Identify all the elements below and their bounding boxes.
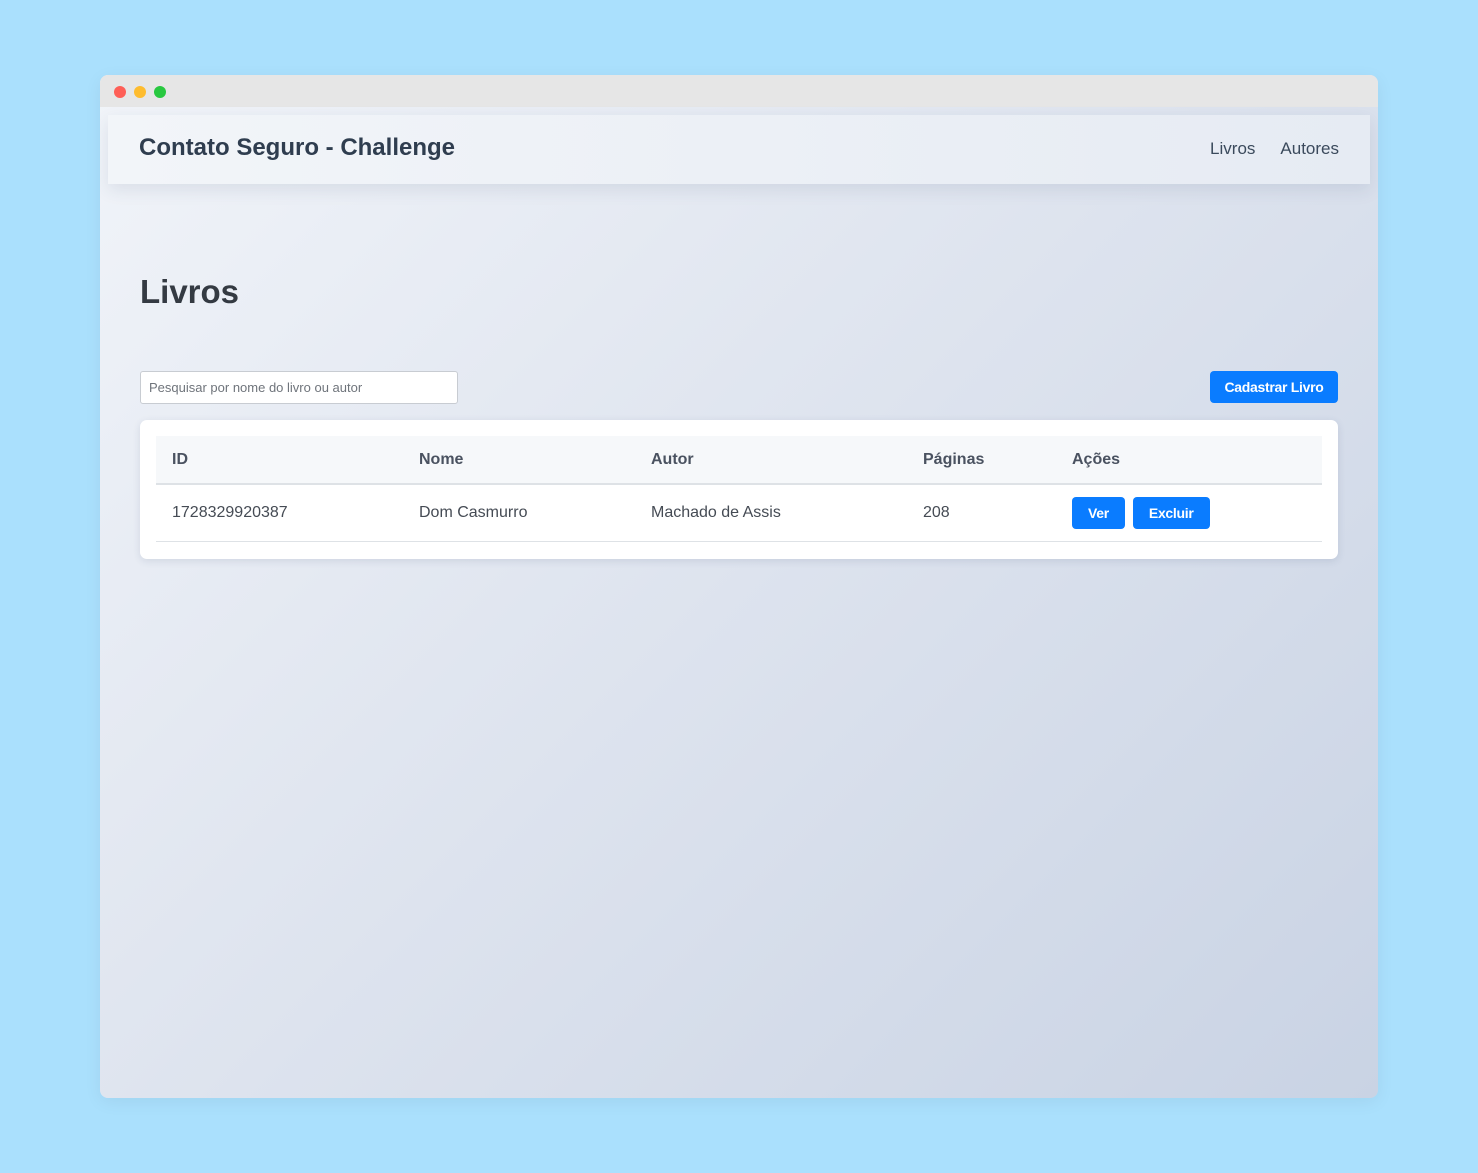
- header-autor: Autor: [635, 436, 907, 485]
- books-table: ID Nome Autor Páginas Ações 172832992038…: [156, 436, 1322, 542]
- cell-id: 1728329920387: [156, 484, 403, 542]
- nav-link-autores[interactable]: Autores: [1280, 139, 1339, 159]
- add-book-button[interactable]: Cadastrar Livro: [1210, 371, 1338, 403]
- cell-actions: Ver Excluir: [1056, 484, 1322, 542]
- browser-window: Contato Seguro - Challenge Livros Autore…: [100, 75, 1378, 1098]
- maximize-window-button[interactable]: [154, 86, 166, 98]
- search-input[interactable]: [140, 371, 458, 404]
- header-nome: Nome: [403, 436, 635, 485]
- header-id: ID: [156, 436, 403, 485]
- header-acoes: Ações: [1056, 436, 1322, 485]
- nav-link-livros[interactable]: Livros: [1210, 139, 1255, 159]
- table-row: 1728329920387 Dom Casmurro Machado de As…: [156, 484, 1322, 542]
- nav-links: Livros Autores: [1210, 139, 1339, 159]
- close-window-button[interactable]: [114, 86, 126, 98]
- delete-button[interactable]: Excluir: [1132, 497, 1210, 529]
- top-navbar: Contato Seguro - Challenge Livros Autore…: [108, 115, 1370, 184]
- books-table-card: ID Nome Autor Páginas Ações 172832992038…: [140, 420, 1338, 559]
- window-titlebar: [100, 75, 1378, 107]
- cell-autor: Machado de Assis: [635, 484, 907, 542]
- minimize-window-button[interactable]: [134, 86, 146, 98]
- row-actions: Ver Excluir: [1072, 497, 1306, 529]
- view-button[interactable]: Ver: [1072, 497, 1125, 529]
- page-title: Livros: [140, 273, 240, 310]
- app-brand[interactable]: Contato Seguro - Challenge: [139, 134, 455, 162]
- cell-paginas: 208: [907, 484, 1056, 542]
- header-paginas: Páginas: [907, 436, 1056, 485]
- cell-nome: Dom Casmurro: [403, 484, 635, 542]
- table-header-row: ID Nome Autor Páginas Ações: [156, 436, 1322, 485]
